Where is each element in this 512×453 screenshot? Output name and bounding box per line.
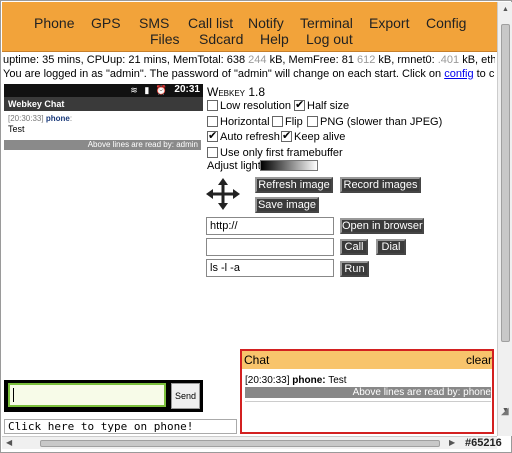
nav-gps[interactable]: GPS bbox=[91, 15, 121, 31]
nav-log-out[interactable]: Log out bbox=[306, 31, 353, 47]
send-bar: Send bbox=[4, 380, 203, 412]
checkbox-icon bbox=[207, 116, 218, 127]
nav-terminal[interactable]: Terminal bbox=[300, 15, 353, 31]
horizontal-scrollbar[interactable]: ◀ ▶ bbox=[2, 436, 497, 449]
low-resolution-checkbox[interactable]: Low resolution bbox=[207, 100, 291, 112]
record-images-button[interactable]: Record images bbox=[340, 177, 421, 193]
adjust-light-slider[interactable] bbox=[260, 160, 318, 171]
half-size-checkbox[interactable]: Half size bbox=[294, 98, 349, 112]
phone-app-title: Webkey Chat bbox=[4, 97, 203, 111]
command-input[interactable]: ls -l -a bbox=[206, 259, 334, 277]
phone-number-input[interactable] bbox=[206, 238, 334, 256]
png-checkbox[interactable]: PNG (slower than JPEG) bbox=[307, 116, 442, 128]
chat-clear-button[interactable]: clear bbox=[466, 353, 492, 367]
nav-sms[interactable]: SMS bbox=[139, 15, 169, 31]
nav-phone[interactable]: Phone bbox=[34, 15, 74, 31]
nav-notify[interactable]: Notify bbox=[248, 15, 284, 31]
call-button[interactable]: Call bbox=[340, 239, 368, 255]
resize-grip-icon[interactable]: ◢ bbox=[501, 406, 509, 417]
run-button[interactable]: Run bbox=[340, 261, 369, 277]
chat-header: Chat clear bbox=[242, 351, 492, 369]
app-title: Webkey 1.8 bbox=[207, 85, 266, 99]
watermark: #65216 bbox=[465, 437, 502, 449]
horizontal-scroll-thumb[interactable] bbox=[40, 440, 440, 447]
refresh-image-button[interactable]: Refresh image bbox=[255, 177, 333, 193]
nav-sdcard[interactable]: Sdcard bbox=[199, 31, 243, 47]
checkbox-icon bbox=[207, 147, 218, 158]
open-in-browser-button[interactable]: Open in browser bbox=[340, 218, 424, 234]
scroll-up-icon[interactable]: ▲ bbox=[502, 6, 509, 13]
phone-chat-line: [20:30:33] phone: bbox=[8, 114, 73, 123]
nav-call-list[interactable]: Call list bbox=[188, 15, 233, 31]
horizontal-checkbox[interactable]: Horizontal bbox=[207, 116, 270, 128]
dial-button[interactable]: Dial bbox=[376, 239, 406, 255]
auto-refresh-checkbox[interactable]: Auto refresh bbox=[207, 129, 280, 143]
scroll-left-icon[interactable]: ◀ bbox=[6, 438, 12, 447]
checkbox-icon bbox=[207, 100, 218, 111]
nav-files[interactable]: Files bbox=[150, 31, 180, 47]
nav-bar: Phone GPS SMS Call list Notify Terminal … bbox=[2, 2, 497, 52]
send-button[interactable]: Send bbox=[171, 383, 200, 409]
checkbox-icon bbox=[307, 116, 318, 127]
save-image-button[interactable]: Save image bbox=[255, 197, 319, 213]
chat-read-by: Above lines are read by: phone bbox=[245, 387, 491, 398]
vertical-scroll-thumb[interactable] bbox=[501, 24, 510, 342]
first-framebuffer-checkbox[interactable]: Use only first framebuffer bbox=[207, 147, 343, 159]
chat-panel: Chat clear [20:30:33] phone: Test Above … bbox=[240, 349, 494, 434]
phone-read-by: Above lines are read by: admin bbox=[4, 140, 201, 150]
config-link[interactable]: config bbox=[444, 68, 473, 80]
flip-checkbox[interactable]: Flip bbox=[272, 116, 303, 128]
chat-input-area[interactable] bbox=[245, 401, 491, 431]
phone-status-bar: ≋ ▮ ⏰ 20:31 bbox=[4, 84, 203, 97]
text-caret bbox=[13, 388, 14, 402]
phone-clock: 20:31 bbox=[174, 84, 200, 95]
nav-config[interactable]: Config bbox=[426, 15, 466, 31]
chat-title: Chat bbox=[244, 353, 270, 367]
move-arrows-icon[interactable] bbox=[206, 178, 240, 210]
checkbox-checked-icon bbox=[281, 129, 292, 142]
keep-alive-checkbox[interactable]: Keep alive bbox=[281, 129, 345, 143]
chat-message: [20:30:33] phone: Test bbox=[245, 375, 347, 386]
send-message-input[interactable] bbox=[8, 383, 166, 407]
phone-chat-text: Test bbox=[8, 124, 25, 134]
system-status: uptime: 35 mins, CPUup: 21 mins, MemTota… bbox=[3, 54, 495, 66]
phone-status-icons: ≋ ▮ ⏰ bbox=[130, 85, 169, 95]
checkbox-checked-icon bbox=[207, 129, 218, 142]
scroll-right-icon[interactable]: ▶ bbox=[449, 438, 455, 447]
checkbox-icon bbox=[272, 116, 283, 127]
nav-export[interactable]: Export bbox=[369, 15, 409, 31]
adjust-light-label: Adjust light: bbox=[207, 160, 264, 172]
checkbox-checked-icon bbox=[294, 98, 305, 111]
login-notice: You are logged in as "admin". The passwo… bbox=[3, 68, 495, 80]
browser-viewport: Phone GPS SMS Call list Notify Terminal … bbox=[0, 0, 512, 453]
nav-help[interactable]: Help bbox=[260, 31, 289, 47]
vertical-scrollbar[interactable]: ▲ ▼ bbox=[497, 2, 512, 436]
type-on-phone-field[interactable]: Click here to type on phone! bbox=[4, 419, 237, 434]
url-input[interactable]: http:// bbox=[206, 217, 334, 235]
